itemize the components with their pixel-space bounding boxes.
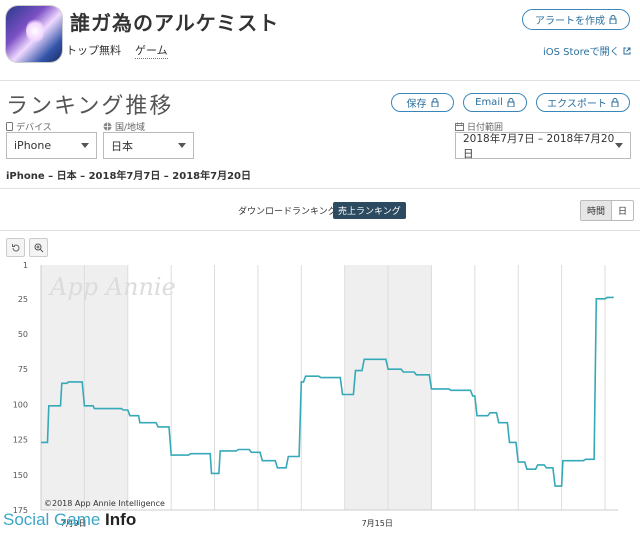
chevron-down-icon (615, 143, 623, 148)
country-select[interactable]: 日本 (103, 132, 194, 159)
y-tick-label: 125 (13, 436, 28, 445)
y-tick-label: 75 (18, 365, 28, 374)
chart-category: トップ無料 (66, 44, 121, 57)
genre-link[interactable]: ゲーム (135, 42, 168, 59)
chart-watermark: App Annie (48, 273, 176, 301)
divider (0, 230, 640, 231)
lock-icon (611, 98, 619, 107)
create-alert-button[interactable]: アラートを作成 (522, 9, 630, 30)
lock-icon (609, 15, 617, 24)
divider (0, 80, 640, 81)
reset-zoom-button[interactable] (6, 238, 25, 257)
chevron-down-icon (178, 143, 186, 148)
ranking-chart: 1255075100125150175 7月9日 7月15日 App Annie … (13, 261, 618, 528)
tab-download-ranking[interactable]: ダウンロードランキング (233, 202, 342, 219)
globe-icon (103, 122, 112, 131)
device-select[interactable]: iPhone (6, 132, 97, 159)
y-tick-label: 50 (18, 330, 28, 339)
site-watermark: Social Game Info (3, 510, 137, 529)
chart-copyright: ©2018 App Annie Intelligence (44, 499, 165, 508)
app-icon (6, 6, 62, 62)
date-range-select[interactable]: 2018年7月7日 – 2018年7月20日 (455, 132, 631, 160)
device-icon (6, 122, 13, 131)
x-tick-label: 7月15日 (362, 519, 393, 528)
app-meta: トップ無料 ゲーム (66, 42, 168, 59)
filter-summary: iPhone – 日本 – 2018年7月7日 – 2018年7月20日 (6, 171, 251, 182)
chevron-down-icon (81, 143, 89, 148)
lock-icon (507, 98, 515, 107)
zoom-icon (34, 243, 43, 252)
granularity-day-button[interactable]: 日 (612, 201, 633, 220)
y-tick-label: 25 (18, 295, 28, 304)
section-title: ランキング推移 (6, 94, 174, 119)
app-title: 誰ガ為のアルケミスト (70, 11, 280, 35)
external-link-icon (623, 47, 631, 54)
y-tick-label: 1 (23, 261, 28, 270)
y-tick-label: 150 (13, 471, 28, 480)
granularity-toggle: 時間 日 (580, 200, 635, 221)
save-button[interactable]: 保存 (391, 93, 454, 112)
zoom-button[interactable] (29, 238, 48, 257)
tab-sales-ranking[interactable]: 売上ランキング (333, 202, 406, 219)
lock-icon (431, 98, 438, 107)
divider (0, 188, 640, 189)
reset-icon (11, 243, 19, 251)
y-tick-label: 100 (13, 400, 28, 409)
ios-store-link[interactable]: iOS Storeで開く (543, 43, 631, 58)
email-button[interactable]: Email (463, 93, 527, 112)
export-button[interactable]: エクスポート (536, 93, 630, 112)
granularity-hour-button[interactable]: 時間 (581, 201, 613, 220)
